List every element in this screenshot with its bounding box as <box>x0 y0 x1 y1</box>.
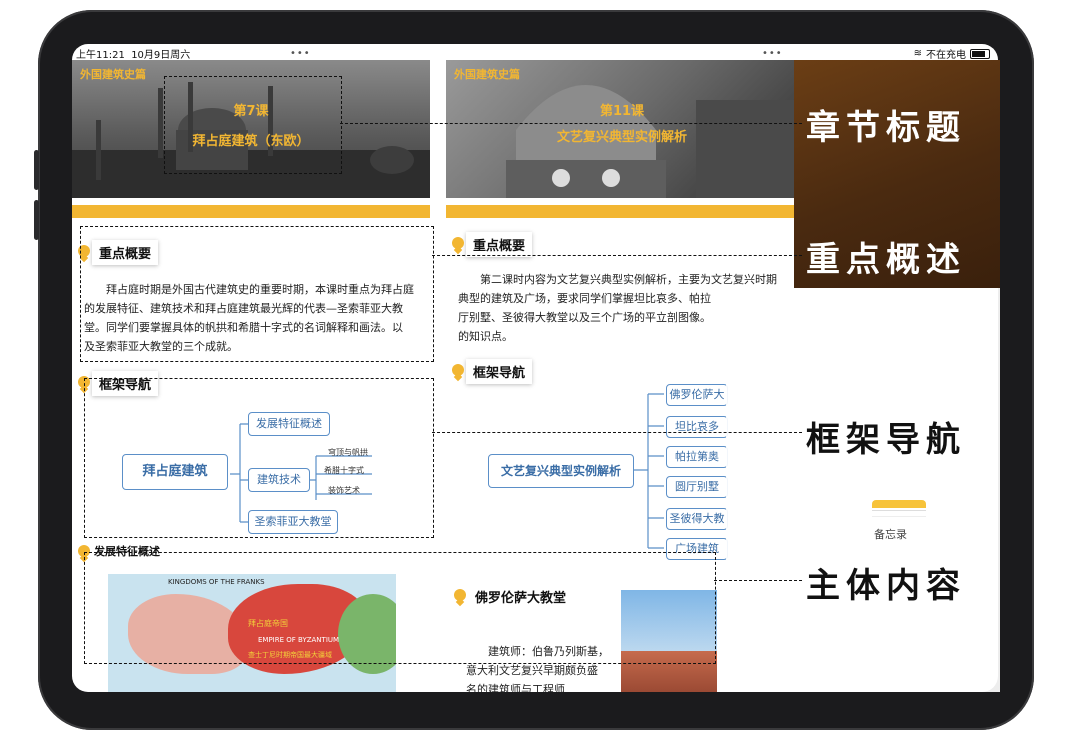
callout-label: 重点概述 <box>806 240 966 280</box>
accent-bar <box>446 205 798 218</box>
lesson-number: 第11课 <box>599 104 645 119</box>
status-time: 上午11:21 10月9日周六 <box>76 50 191 61</box>
section-title: 框架导航 <box>466 359 533 384</box>
section-navigation: 框架导航 <box>452 359 533 384</box>
callout-label: 主体内容 <box>806 566 966 606</box>
charging-status: 不在充电 <box>926 50 966 61</box>
category-tag: 外国建筑史篇 <box>80 68 146 81</box>
annotation-box-summary <box>80 226 434 362</box>
volume-button <box>34 150 39 190</box>
app-slideover-panel <box>726 288 1000 692</box>
multitask-dots[interactable]: ••• <box>762 48 783 59</box>
mindmap-node[interactable]: 帕拉第奥 <box>666 446 728 468</box>
lesson-title: 文艺复兴典型实例解析 <box>556 130 687 145</box>
section-summary: 重点概要 <box>452 232 533 257</box>
banner-image-florence: 外国建筑史篇 第11课 文艺复兴典型实例解析 <box>446 60 798 198</box>
mindmap-node[interactable]: 坦比哀多 <box>666 416 728 438</box>
mindmap-root[interactable]: 文艺复兴典型实例解析 <box>488 454 634 488</box>
notes-app-name: 备忘录 <box>874 528 907 541</box>
annotation-leader <box>714 580 802 581</box>
annotation-box-title <box>164 76 342 174</box>
notes-app-icon[interactable] <box>872 500 926 520</box>
mindmap-node[interactable]: 圣彼得大教 <box>666 508 728 530</box>
pin-icon <box>452 363 464 380</box>
wifi-icon: ≋ <box>913 48 922 59</box>
mindmap-node[interactable]: 圆厅别墅 <box>666 476 728 498</box>
category-tag: 外国建筑史篇 <box>454 68 520 81</box>
volume-button <box>34 200 39 240</box>
status-right: ≋ 不在充电 <box>914 46 990 61</box>
accent-bar <box>72 205 430 218</box>
battery-icon <box>970 48 990 59</box>
annotation-box-navigation <box>84 378 434 538</box>
annotation-leader <box>432 432 802 433</box>
annotation-leader <box>340 123 802 124</box>
callout-label: 章节标题 <box>806 108 966 148</box>
mindmap-node[interactable]: 佛罗伦萨大 <box>666 384 728 406</box>
multitask-dots[interactable]: ••• <box>290 48 311 59</box>
section-title: 重点概要 <box>466 232 533 257</box>
annotation-box-content <box>84 552 716 664</box>
status-bar: 上午11:21 10月9日周六 ≋ 不在充电 <box>72 44 998 61</box>
annotation-leader <box>432 255 802 256</box>
pin-icon <box>452 236 464 253</box>
callout-label: 框架导航 <box>806 420 966 460</box>
